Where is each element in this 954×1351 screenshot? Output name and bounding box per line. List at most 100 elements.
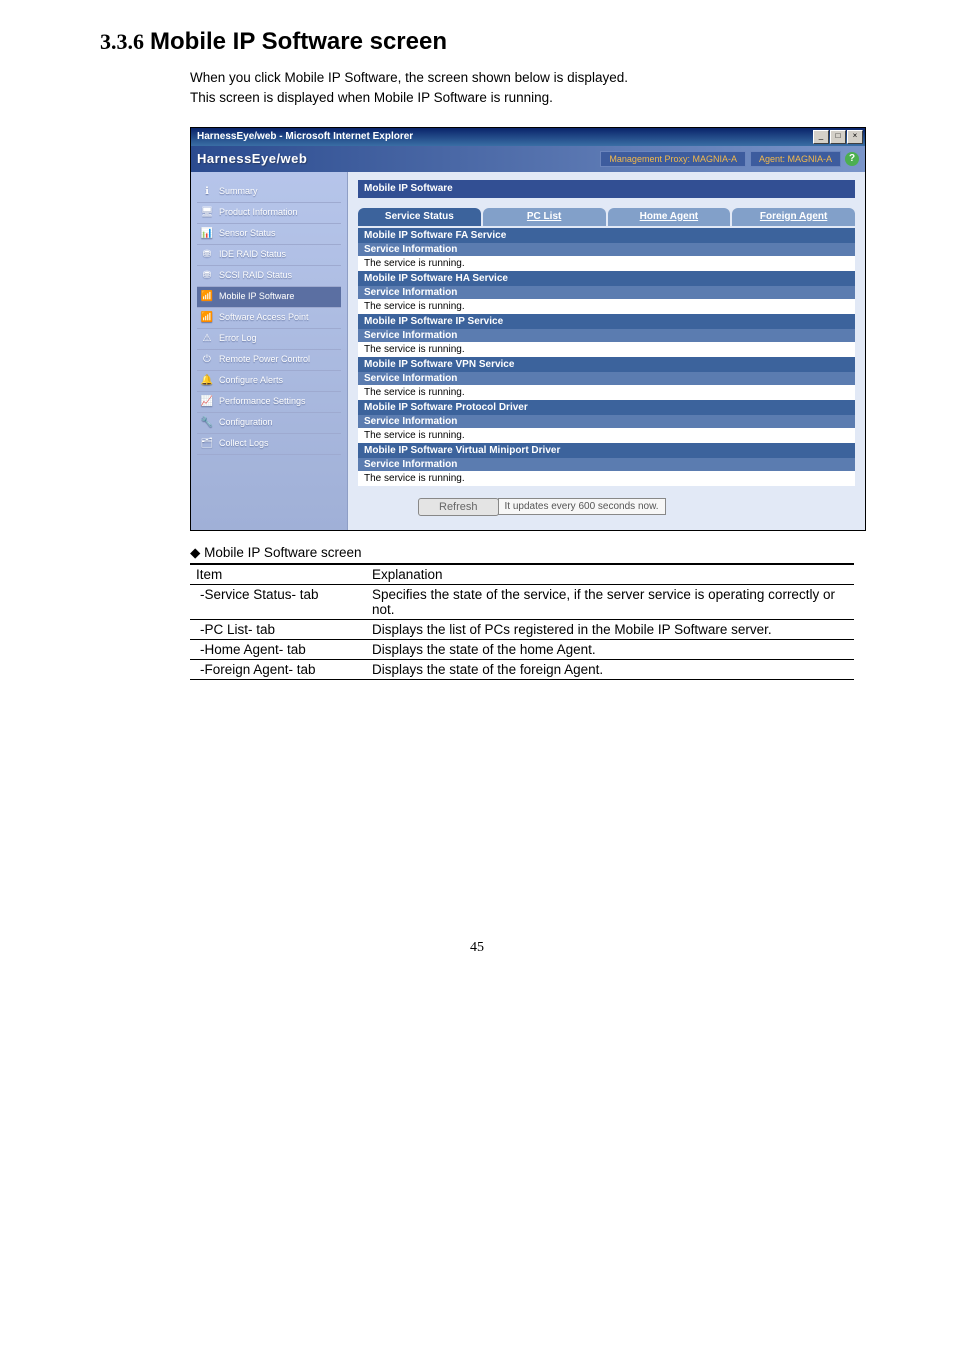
sidebar-item-mobile-ip-software[interactable]: 📶 Mobile IP Software [197,287,341,308]
refresh-note: It updates every 600 seconds now. [498,498,666,515]
sidebar-item-software-access-point[interactable]: 📶 Software Access Point [197,308,341,329]
sidebar-item-sensor-status[interactable]: 📊 Sensor Status [197,224,341,245]
app-logo: HarnessEye/web [197,151,307,166]
service-info-label: Service Information [358,286,855,299]
tab-foreign-agent[interactable]: Foreign Agent [732,208,855,226]
tab-label: Foreign Agent [760,211,827,222]
table-row: -Service Status- tabSpecifies the state … [190,584,854,619]
minimize-button[interactable]: _ [813,130,829,144]
page-number: 45 [100,940,854,956]
table-cell-item: -Home Agent- tab [190,639,366,659]
app-header: HarnessEye/web Management Proxy: MAGNIA-… [191,146,865,172]
sidebar-item-ide-raid-status-icon: ⛃ [199,248,215,262]
sidebar-item-remote-power-control[interactable]: ⏻ Remote Power Control [197,350,341,371]
tab-pc-list[interactable]: PC List [483,208,606,226]
sidebar-item-label: SCSI RAID Status [219,271,292,281]
service-name: Mobile IP Software HA Service [358,271,855,286]
explanation-table: Item Explanation -Service Status- tabSpe… [190,563,854,680]
sidebar-item-label: Collect Logs [219,439,269,449]
sidebar-item-label: Performance Settings [219,397,306,407]
table-caption-text: Mobile IP Software screen [204,545,361,560]
help-icon[interactable]: ? [845,152,859,166]
service-block: Mobile IP Software Virtual Miniport Driv… [358,443,855,486]
sidebar: ℹ Summary 🖥 Product Information 📊 Sensor Stat… [191,172,348,530]
sidebar-item-ide-raid-status[interactable]: ⛃ IDE RAID Status [197,245,341,266]
sidebar-item-product-information[interactable]: 🖥 Product Information [197,203,341,224]
sidebar-item-scsi-raid-status[interactable]: ⛃ SCSI RAID Status [197,266,341,287]
sidebar-item-configuration[interactable]: 🔧Configuration [197,413,341,434]
sidebar-item-performance-settings[interactable]: 📈 Performance Settings [197,392,341,413]
table-row: -Home Agent- tabDisplays the state of th… [190,639,854,659]
sidebar-item-collect-logs[interactable]: 🗂 Collect Logs [197,434,341,455]
management-proxy-box: Management Proxy: MAGNIA-A [600,151,746,167]
screenshot-window: HarnessEye/web - Microsoft Internet Expl… [190,127,866,531]
sidebar-item-label: Sensor Status [219,229,276,239]
tab-service-status[interactable]: Service Status [358,208,481,226]
sidebar-item-error-log[interactable]: ⚠ Error Log [197,329,341,350]
sidebar-item-scsi-raid-status-icon: ⛃ [199,269,215,283]
section-number: 3.3.6 [100,29,144,54]
service-info-label: Service Information [358,243,855,256]
table-caption: ◆ Mobile IP Software screen [190,545,854,561]
table-row: -PC List- tabDisplays the list of PCs re… [190,619,854,639]
sidebar-item-summary-icon: ℹ [199,185,215,199]
content-title: Mobile IP Software [358,180,855,198]
service-status-text: The service is running. [358,299,855,314]
section-heading: 3.3.6 Mobile IP Software screen [100,28,854,56]
service-status-text: The service is running. [358,342,855,357]
sidebar-item-summary[interactable]: ℹ Summary [197,182,341,203]
sidebar-item-label: Mobile IP Software [219,292,294,302]
sidebar-item-collect-logs-icon: 🗂 [199,437,215,451]
sidebar-item-mobile-ip-software-icon: 📶 [199,290,215,304]
sidebar-item-label: Software Access Point [219,313,309,323]
tab-label: Service Status [385,211,454,222]
tab-home-agent[interactable]: Home Agent [608,208,731,226]
sidebar-item-label: IDE RAID Status [219,250,286,260]
service-name: Mobile IP Software Virtual Miniport Driv… [358,443,855,458]
tab-label: Home Agent [640,211,699,222]
refresh-button[interactable]: Refresh [418,498,499,516]
intro-text: When you click Mobile IP Software, the s… [190,68,854,109]
service-info-label: Service Information [358,329,855,342]
sidebar-item-remote-power-control-icon: ⏻ [199,353,215,367]
sidebar-item-configure-alerts-icon: 🔔 [199,374,215,388]
service-block: Mobile IP Software IP ServiceService Inf… [358,314,855,357]
sidebar-item-performance-settings-icon: 📈 [199,395,215,409]
tab-bar: Service Status PC List Home Agent Foreign A… [358,208,855,226]
sidebar-item-label: Configuration [219,418,273,428]
diamond-bullet-icon: ◆ [190,545,200,560]
service-info-label: Service Information [358,458,855,471]
sidebar-item-label: Error Log [219,334,257,344]
sidebar-item-label: Configure Alerts [219,376,283,386]
table-cell-explanation: Displays the state of the home Agent. [366,639,854,659]
service-name: Mobile IP Software FA Service [358,228,855,243]
close-button[interactable]: × [847,130,863,144]
sidebar-item-label: Product Information [219,208,298,218]
intro-line: This screen is displayed when Mobile IP … [190,88,854,108]
content-panel: Mobile IP Software Service Status PC List… [348,172,865,530]
agent-box: Agent: MAGNIA-A [750,151,841,167]
service-info-label: Service Information [358,415,855,428]
service-status-text: The service is running. [358,385,855,400]
ie-window-title: HarnessEye/web - Microsoft Internet Expl… [193,131,413,142]
section-title: Mobile IP Software screen [150,28,447,55]
service-status-text: The service is running. [358,428,855,443]
sidebar-item-error-log-icon: ⚠ [199,332,215,346]
intro-line: When you click Mobile IP Software, the s… [190,68,854,88]
service-status-text: The service is running. [358,256,855,271]
ie-titlebar: HarnessEye/web - Microsoft Internet Expl… [191,128,865,146]
service-info-label: Service Information [358,372,855,385]
sidebar-item-label: Summary [219,187,258,197]
sidebar-item-software-access-point-icon: 📶 [199,311,215,325]
service-name: Mobile IP Software Protocol Driver [358,400,855,415]
service-block: Mobile IP Software Protocol DriverServic… [358,400,855,443]
sidebar-item-product-information-icon: 🖥 [199,206,215,220]
service-name: Mobile IP Software VPN Service [358,357,855,372]
sidebar-item-label: Remote Power Control [219,355,310,365]
service-name: Mobile IP Software IP Service [358,314,855,329]
table-cell-explanation: Displays the state of the foreign Agent. [366,659,854,679]
sidebar-item-sensor-status-icon: 📊 [199,227,215,241]
sidebar-item-configure-alerts[interactable]: 🔔 Configure Alerts [197,371,341,392]
service-block: Mobile IP Software FA ServiceService Inf… [358,228,855,271]
maximize-button[interactable]: □ [830,130,846,144]
